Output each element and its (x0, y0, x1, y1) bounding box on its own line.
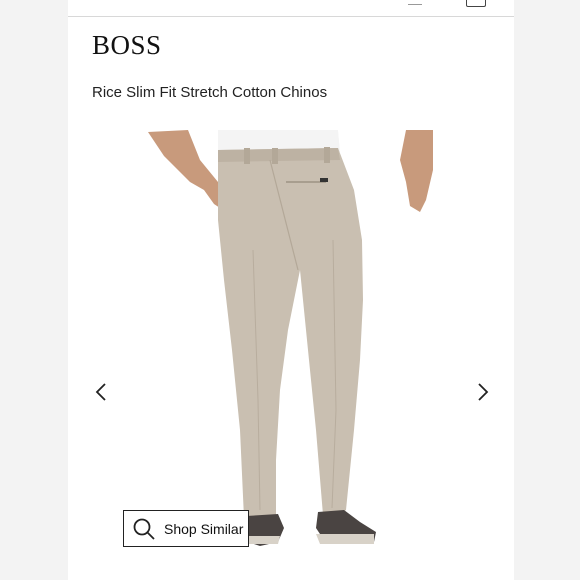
search-icon (133, 518, 155, 540)
right-arm (400, 130, 433, 212)
product-image (148, 130, 433, 546)
product-title: Rice Slim Fit Stretch Cotton Chinos (92, 84, 328, 101)
brand-name: BOSS (92, 30, 162, 60)
menu-icon[interactable] (408, 0, 422, 5)
next-image-button[interactable] (470, 380, 494, 404)
product-card: BOSS Rice Slim Fit Stretch Cotton Chinos (68, 0, 514, 580)
left-arm (148, 130, 220, 208)
chinos (218, 148, 363, 522)
previous-image-button[interactable] (90, 380, 114, 404)
shop-similar-label: Shop Similar (164, 520, 244, 537)
bag-icon[interactable] (466, 0, 486, 7)
chevron-left-icon (95, 383, 106, 401)
shop-similar-button[interactable]: Shop Similar (123, 510, 249, 547)
top-bar (68, 0, 514, 17)
chevron-right-icon (478, 383, 489, 401)
